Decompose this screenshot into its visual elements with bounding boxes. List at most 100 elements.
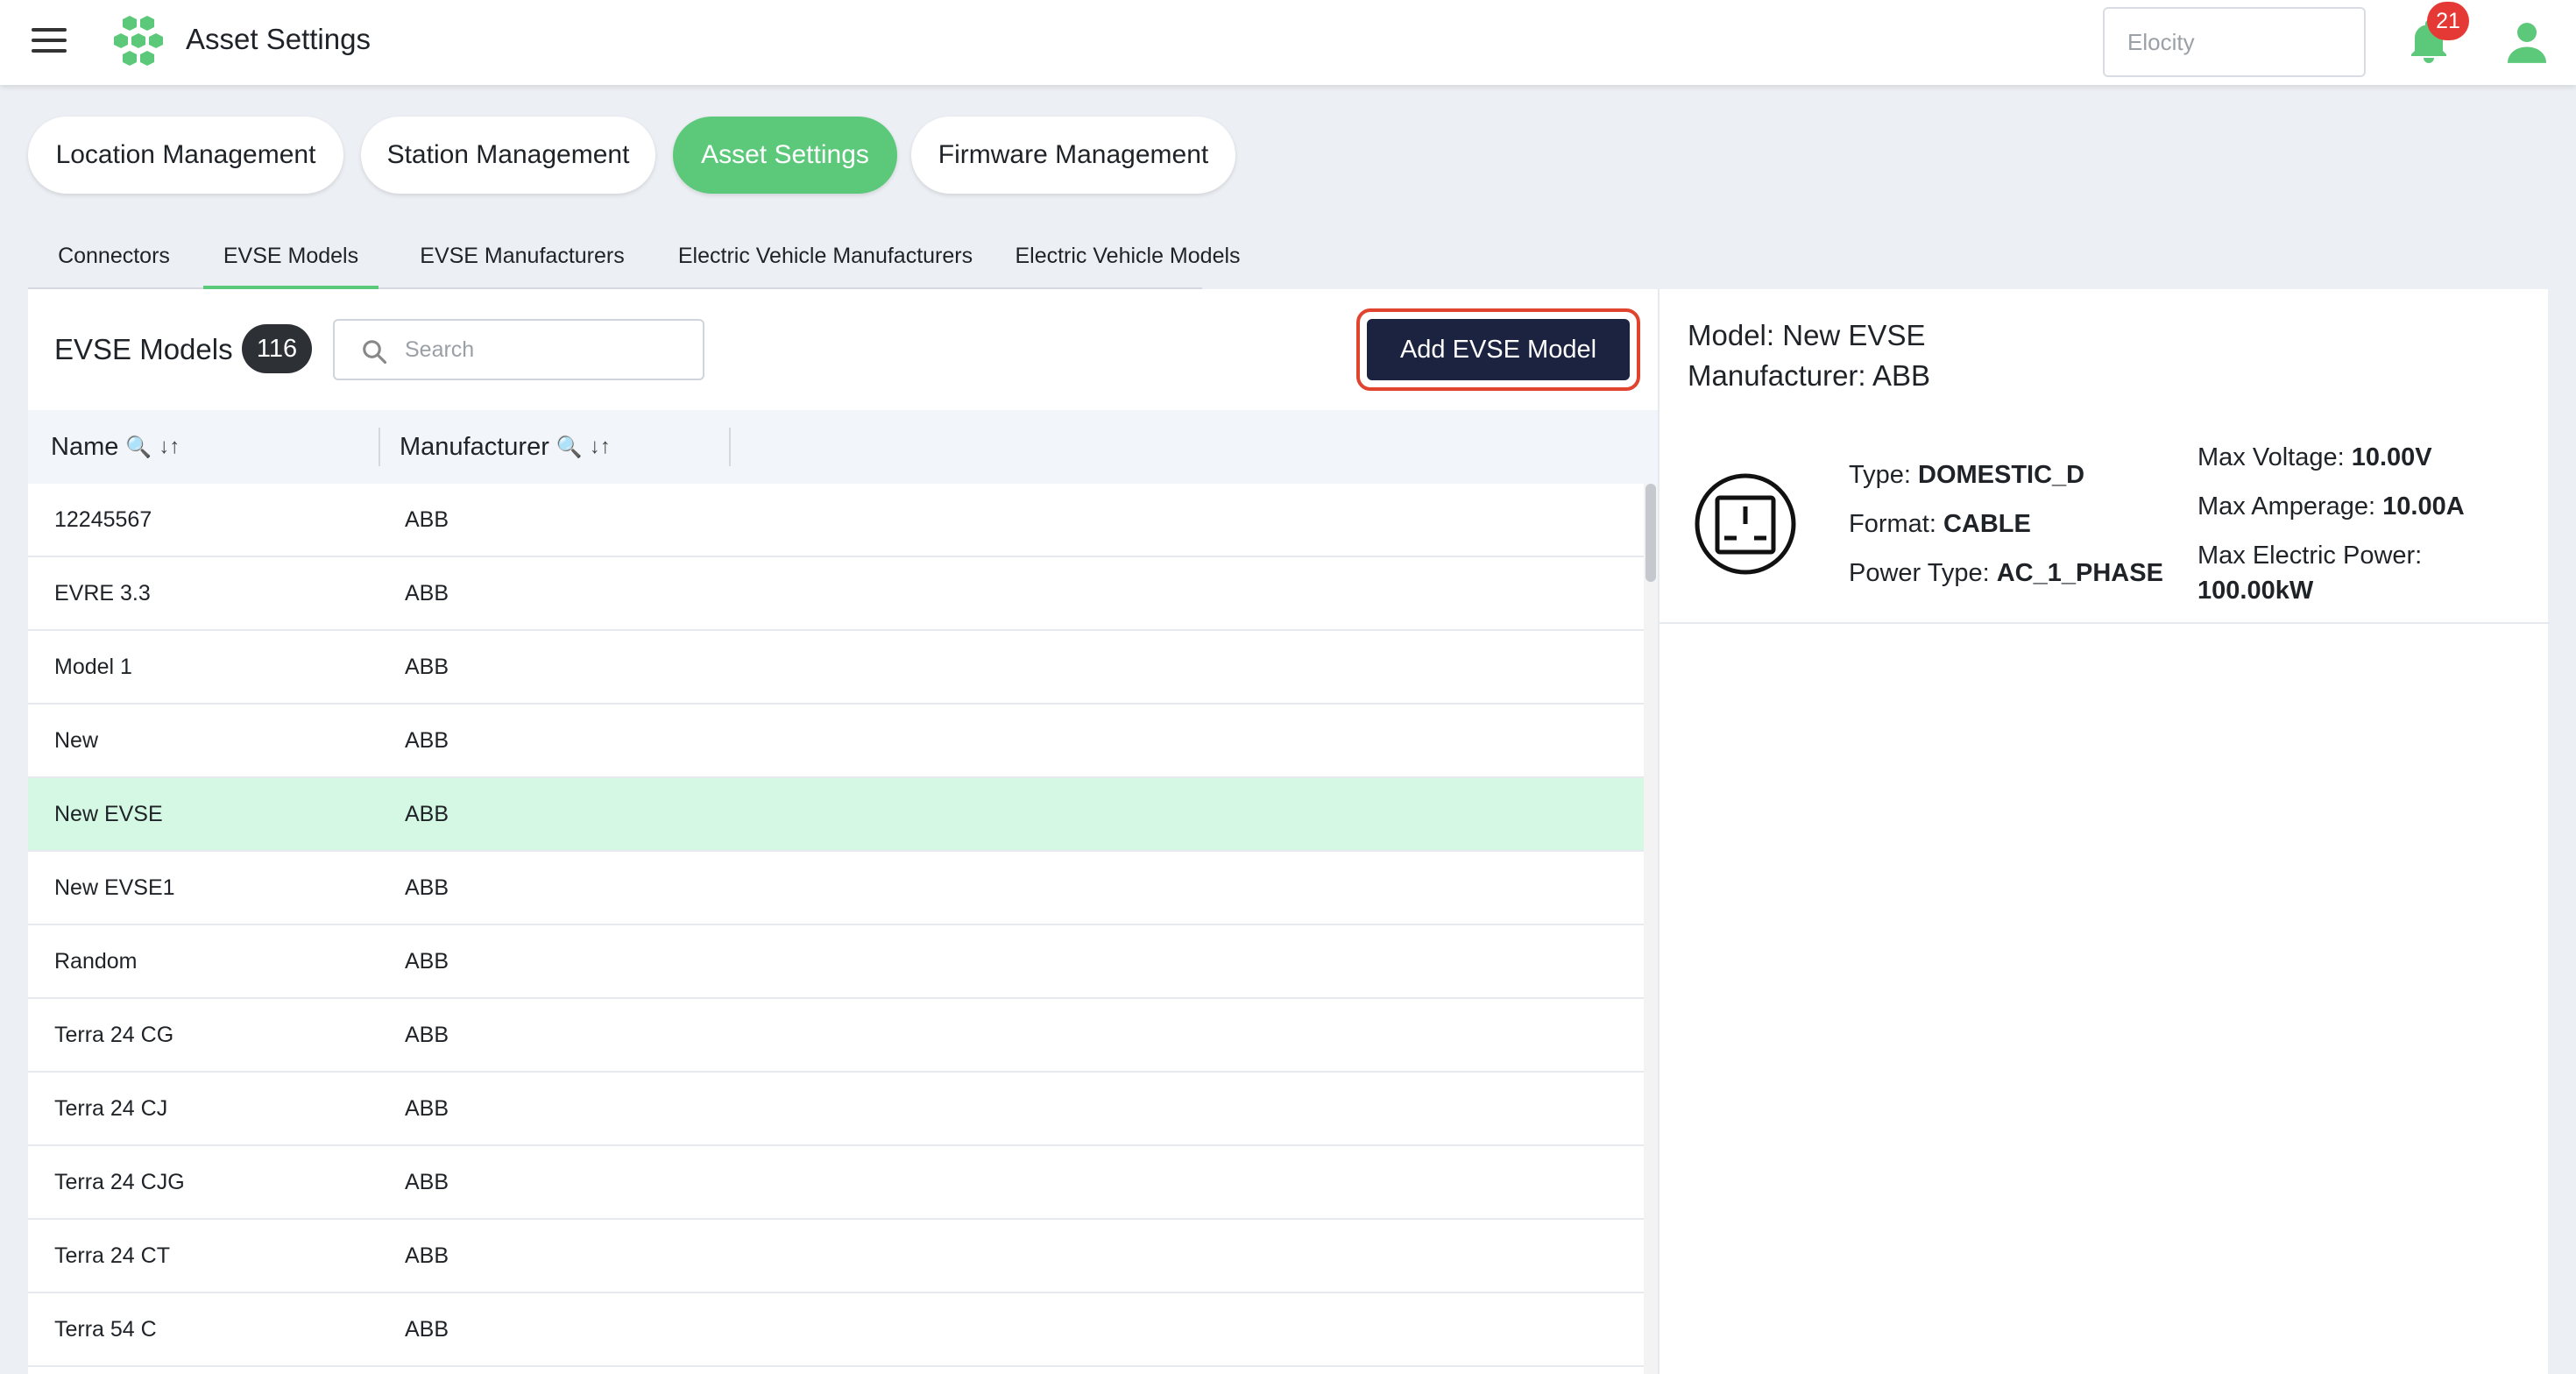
- subtab-evse-models[interactable]: EVSE Models: [203, 223, 379, 291]
- cell-name: Terra 24 CG: [54, 1022, 174, 1047]
- table-row[interactable]: Terra 24 CT ABB: [28, 1220, 1644, 1293]
- scrollbar-track[interactable]: [1644, 484, 1658, 1374]
- tab-station-management[interactable]: Station Management: [361, 117, 655, 194]
- cell-name: New: [54, 727, 99, 753]
- cell-manufacturer: ABB: [405, 875, 449, 900]
- max-power-value: 100.00kW: [2197, 577, 2314, 605]
- detail-manufacturer: Manufacturer: ABB: [1688, 359, 1930, 393]
- sub-tab-bar: Connectors EVSE Models EVSE Manufacturer…: [28, 223, 1241, 291]
- column-divider: [729, 428, 731, 466]
- cell-manufacturer: ABB: [405, 801, 449, 826]
- sort-icon[interactable]: ↓↑: [590, 435, 611, 459]
- power-type-label: Power Type:: [1849, 559, 1990, 587]
- table-row[interactable]: Terra 24 CJG ABB: [28, 1146, 1644, 1220]
- evse-model-detail-panel: Model: New EVSE Manufacturer: ABB Type: …: [1658, 289, 2550, 1374]
- cell-manufacturer: ABB: [405, 654, 449, 679]
- cell-name: New EVSE: [54, 801, 163, 826]
- spec-format: Format: CABLE: [1849, 506, 2031, 542]
- spec-max-amperage: Max Amperage: 10.00A: [2197, 489, 2465, 524]
- max-voltage-value: 10.00V: [2351, 443, 2432, 471]
- cell-name: Terra 24 CJ: [54, 1095, 168, 1121]
- column-label-name: Name: [51, 432, 119, 461]
- table-row[interactable]: Model 1 ABB: [28, 631, 1644, 705]
- user-icon[interactable]: [2508, 21, 2546, 63]
- column-header-manufacturer[interactable]: Manufacturer 🔍 ↓↑: [400, 410, 611, 484]
- socket-connector-icon: [1695, 473, 1796, 575]
- type-value: DOMESTIC_D: [1918, 461, 2085, 489]
- cell-name: New EVSE1: [54, 875, 175, 900]
- format-label: Format:: [1849, 510, 1936, 538]
- spec-type: Type: DOMESTIC_D: [1849, 457, 2084, 492]
- cell-manufacturer: ABB: [405, 580, 449, 606]
- cell-name: 12245567: [54, 506, 152, 532]
- cell-manufacturer: ABB: [405, 948, 449, 974]
- max-power-label: Max Electric Power:: [2197, 542, 2423, 570]
- tenant-selector-input[interactable]: [2103, 7, 2366, 77]
- max-voltage-label: Max Voltage:: [2197, 443, 2345, 471]
- table-row-selected[interactable]: New EVSE ABB: [28, 778, 1644, 852]
- subtab-connectors[interactable]: Connectors: [28, 223, 200, 289]
- max-amperage-value: 10.00A: [2382, 492, 2465, 521]
- tab-firmware-management[interactable]: Firmware Management: [911, 117, 1235, 194]
- spec-max-electric-power: Max Electric Power: 100.00kW: [2197, 538, 2530, 608]
- cell-manufacturer: ABB: [405, 1169, 449, 1194]
- format-value: CABLE: [1943, 510, 2031, 538]
- table-body: 12245567 ABB EVRE 3.3 ABB Model 1 ABB New AB…: [28, 484, 1644, 1367]
- subtab-ev-models[interactable]: Electric Vehicle Models: [983, 223, 1272, 289]
- app-title: Asset Settings: [186, 23, 371, 55]
- detail-model: Model: New EVSE: [1688, 319, 1925, 352]
- column-label-manufacturer: Manufacturer: [400, 432, 549, 461]
- search-icon: [363, 340, 387, 365]
- table-row[interactable]: EVRE 3.3 ABB: [28, 557, 1644, 631]
- manufacturer-value: ABB: [1872, 359, 1930, 392]
- column-header-name[interactable]: Name 🔍 ↓↑: [51, 410, 180, 484]
- cell-manufacturer: ABB: [405, 1022, 449, 1047]
- cell-name: EVRE 3.3: [54, 580, 151, 606]
- tab-asset-settings[interactable]: Asset Settings: [673, 117, 897, 194]
- cell-manufacturer: ABB: [405, 727, 449, 753]
- cell-manufacturer: ABB: [405, 1243, 449, 1268]
- table-row[interactable]: Random ABB: [28, 925, 1644, 999]
- column-divider: [379, 428, 380, 466]
- subtab-ev-manufacturers[interactable]: Electric Vehicle Manufacturers: [641, 223, 1009, 289]
- cell-name: Random: [54, 948, 138, 974]
- list-title: EVSE Models: [54, 333, 233, 365]
- table-row[interactable]: 12245567 ABB: [28, 484, 1644, 557]
- hamburger-menu-icon[interactable]: [32, 28, 67, 56]
- cell-name: Terra 54 C: [54, 1316, 157, 1342]
- add-evse-model-button[interactable]: Add EVSE Model: [1367, 319, 1630, 380]
- manufacturer-label: Manufacturer:: [1688, 359, 1866, 392]
- cell-name: Terra 24 CJG: [54, 1169, 185, 1194]
- filter-search-icon[interactable]: 🔍: [556, 435, 583, 460]
- table-row[interactable]: Terra 24 CJ ABB: [28, 1073, 1644, 1146]
- model-label: Model:: [1688, 319, 1775, 351]
- model-value: New EVSE: [1782, 319, 1926, 351]
- spec-max-voltage: Max Voltage: 10.00V: [2197, 440, 2432, 475]
- top-app-bar: Asset Settings 21: [0, 0, 2576, 85]
- max-amperage-label: Max Amperage:: [2197, 492, 2376, 521]
- cell-manufacturer: ABB: [405, 1095, 449, 1121]
- search-input[interactable]: [405, 322, 685, 377]
- count-badge: 116: [242, 324, 312, 373]
- table-row[interactable]: New ABB: [28, 705, 1644, 778]
- subtab-evse-manufacturers[interactable]: EVSE Manufacturers: [389, 223, 655, 289]
- filter-search-icon[interactable]: 🔍: [125, 435, 152, 460]
- type-label: Type:: [1849, 461, 1911, 489]
- cell-manufacturer: ABB: [405, 506, 449, 532]
- table-header: Name 🔍 ↓↑ Manufacturer 🔍 ↓↑: [28, 410, 1658, 484]
- table-row[interactable]: Terra 24 CG ABB: [28, 999, 1644, 1073]
- cell-manufacturer: ABB: [405, 1316, 449, 1342]
- cell-name: Model 1: [54, 654, 132, 679]
- search-box: [333, 319, 704, 380]
- notification-count-badge: 21: [2427, 2, 2469, 40]
- app-logo-icon: [114, 16, 163, 66]
- table-row[interactable]: Terra 54 C ABB: [28, 1293, 1644, 1367]
- power-type-value: AC_1_PHASE: [1996, 559, 2163, 587]
- spec-power-type: Power Type: AC_1_PHASE: [1849, 556, 2163, 591]
- scrollbar-thumb[interactable]: [1645, 484, 1656, 582]
- tab-location-management[interactable]: Location Management: [28, 117, 343, 194]
- sort-icon[interactable]: ↓↑: [159, 435, 180, 459]
- evse-models-list-panel: EVSE Models 116 Add EVSE Model Name 🔍 ↓↑…: [28, 289, 1658, 1374]
- cell-name: Terra 24 CT: [54, 1243, 170, 1268]
- table-row[interactable]: New EVSE1 ABB: [28, 852, 1644, 925]
